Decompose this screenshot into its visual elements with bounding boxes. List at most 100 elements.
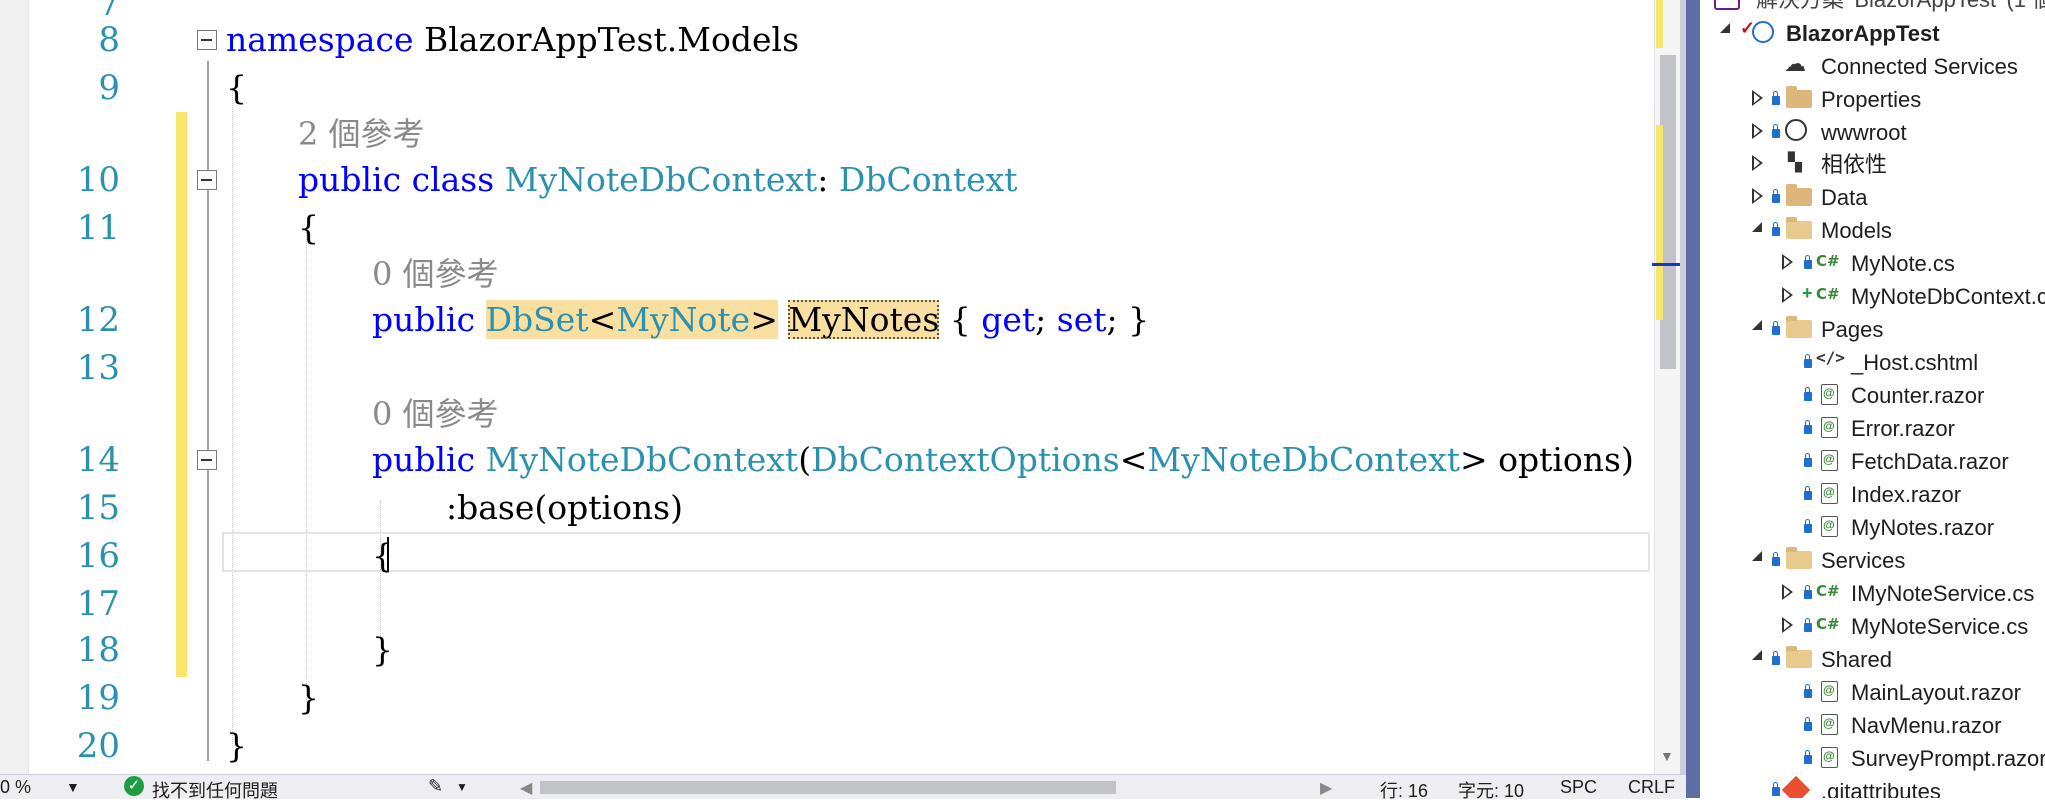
tree-item-properties[interactable]: Properties [1821, 83, 1921, 116]
expanded-icon[interactable] [1720, 23, 1730, 33]
scroll-right-icon[interactable]: ▶ [1320, 778, 1332, 798]
chevron-down-icon[interactable]: ▼ [456, 780, 468, 794]
tree-item-mynoteservice[interactable]: MyNoteService.cs [1851, 610, 2028, 643]
tree-item-counter[interactable]: Counter.razor [1851, 379, 1984, 412]
expanded-icon[interactable] [1752, 551, 1762, 561]
params: > options) [1459, 440, 1634, 479]
lock-icon [1772, 321, 1780, 335]
type-name: MyNoteDbContext [504, 160, 818, 199]
open-folder-icon [1786, 646, 1812, 668]
csharp-file-icon: C# [1816, 252, 1840, 270]
csharp-file-icon: C# [1816, 615, 1840, 633]
tree-item-shared[interactable]: Shared [1821, 643, 1892, 676]
collapsed-icon[interactable] [1782, 617, 1793, 633]
expanded-icon[interactable] [1752, 320, 1762, 330]
tree-item-imynoteservice[interactable]: IMyNoteService.cs [1851, 577, 2034, 610]
collapse-class-button[interactable] [197, 170, 217, 190]
tree-item-host[interactable]: _Host.cshtml [1851, 346, 1978, 379]
text-caret [387, 537, 389, 571]
collapsed-icon[interactable] [1752, 188, 1763, 204]
expanded-icon[interactable] [1752, 650, 1762, 660]
outline-line [207, 61, 209, 761]
type-name: MyNote [616, 300, 751, 339]
brush-icon[interactable]: ✎ [428, 776, 443, 797]
issues-status[interactable]: 找不到任何問題 [152, 777, 278, 803]
tree-item-mynotes[interactable]: MyNotes.razor [1851, 511, 1994, 544]
code-line-19: } [298, 678, 319, 717]
open-folder-icon [1786, 316, 1812, 338]
char-indicator[interactable]: 字元: 10 [1458, 777, 1524, 803]
tree-item-wwwroot[interactable]: wwwroot [1821, 116, 1907, 149]
code-line-10: public class MyNoteDbContext: DbContext [298, 160, 1017, 200]
collapsed-icon[interactable] [1752, 155, 1763, 171]
line-number: 14 [76, 440, 120, 480]
keyword: public [372, 440, 486, 479]
added-icon: + [1802, 283, 1813, 303]
horizontal-scroll-thumb[interactable] [540, 781, 1116, 794]
collapse-namespace-button[interactable] [197, 30, 217, 50]
razor-file-icon [1821, 516, 1838, 537]
punct: ; [1035, 300, 1057, 339]
collapse-constructor-button[interactable] [197, 450, 217, 470]
project-node[interactable]: BlazorAppTest [1786, 17, 1940, 50]
line-indicator[interactable]: 行: 16 [1380, 777, 1428, 803]
lock-icon [1804, 684, 1812, 698]
collapsed-icon[interactable] [1752, 90, 1763, 106]
line-number: 9 [98, 68, 120, 108]
tree-item-data[interactable]: Data [1821, 181, 1867, 214]
expanded-icon[interactable] [1752, 222, 1762, 232]
solution-icon [1714, 0, 1740, 10]
lock-icon [1804, 453, 1812, 467]
code-editor[interactable]: 7 8 9 10 11 12 13 14 15 16 17 18 19 20 n… [0, 0, 1682, 774]
collapsed-icon[interactable] [1782, 584, 1793, 600]
line-number: 12 [76, 300, 120, 340]
collapsed-icon[interactable] [1782, 254, 1793, 270]
dependencies-icon: ▚ [1788, 152, 1802, 172]
scroll-left-icon[interactable]: ◀ [520, 778, 532, 798]
keyword: set [1056, 300, 1107, 339]
line-number: 19 [76, 678, 120, 718]
lock-icon [1804, 717, 1812, 731]
codelens-references[interactable]: 0 個參考 [372, 394, 499, 434]
collapsed-icon[interactable] [1782, 287, 1793, 303]
lock-icon [1804, 519, 1812, 533]
punct: ; } [1106, 300, 1150, 339]
tree-item-mynote-cs[interactable]: MyNote.cs [1851, 247, 1955, 280]
line-number: 16 [76, 536, 120, 576]
scroll-down-icon[interactable]: ▼ [1660, 748, 1674, 764]
tree-item-mainlayout[interactable]: MainLayout.razor [1851, 676, 2021, 709]
codelens-references[interactable]: 2 個參考 [298, 114, 425, 154]
web-project-icon [1752, 21, 1774, 43]
code-line-11: { [298, 208, 319, 247]
razor-file-icon [1821, 714, 1838, 735]
solution-node[interactable]: 解決方案 'BlazorAppTest' (1 個專 [1756, 0, 2045, 16]
tree-item-error[interactable]: Error.razor [1851, 412, 1955, 445]
scrollbar-change-marker [1656, 0, 1663, 48]
collapsed-icon[interactable] [1752, 123, 1763, 139]
code-line-14: public MyNoteDbContext(DbContextOptions<… [372, 440, 1634, 480]
codelens-references[interactable]: 0 個參考 [372, 254, 499, 294]
tree-item-fetchdata[interactable]: FetchData.razor [1851, 445, 2009, 478]
tree-item-pages[interactable]: Pages [1821, 313, 1883, 346]
chevron-down-icon[interactable]: ▼ [66, 779, 80, 795]
tree-item-index[interactable]: Index.razor [1851, 478, 1961, 511]
folder-icon [1786, 184, 1812, 206]
tree-item-gitattributes[interactable]: .gitattributes [1821, 775, 1941, 798]
tree-item-models[interactable]: Models [1821, 214, 1892, 247]
line-number: 11 [76, 208, 120, 248]
punct: { [939, 300, 982, 339]
tree-item-dependencies[interactable]: 相依性 [1821, 148, 1887, 181]
tree-item-navmenu[interactable]: NavMenu.razor [1851, 709, 2001, 742]
code-line-8: namespace BlazorAppTest.Models [226, 20, 799, 60]
tree-item-mynotedbcontext-cs[interactable]: MyNoteDbContext.cs [1851, 280, 2045, 313]
zoom-level[interactable]: 0 % [0, 777, 31, 798]
html-file-icon: </> [1816, 348, 1845, 367]
tree-item-services[interactable]: Services [1821, 544, 1905, 577]
code-line-9: { [226, 68, 247, 107]
whitespace-indicator[interactable]: SPC [1560, 777, 1597, 798]
tree-item-surveyprompt[interactable]: SurveyPrompt.razor [1851, 742, 2045, 775]
lock-icon [1772, 552, 1780, 566]
line-number: 18 [76, 630, 120, 670]
tree-item-connected-services[interactable]: Connected Services [1821, 50, 2018, 83]
line-ending-indicator[interactable]: CRLF [1628, 777, 1675, 798]
